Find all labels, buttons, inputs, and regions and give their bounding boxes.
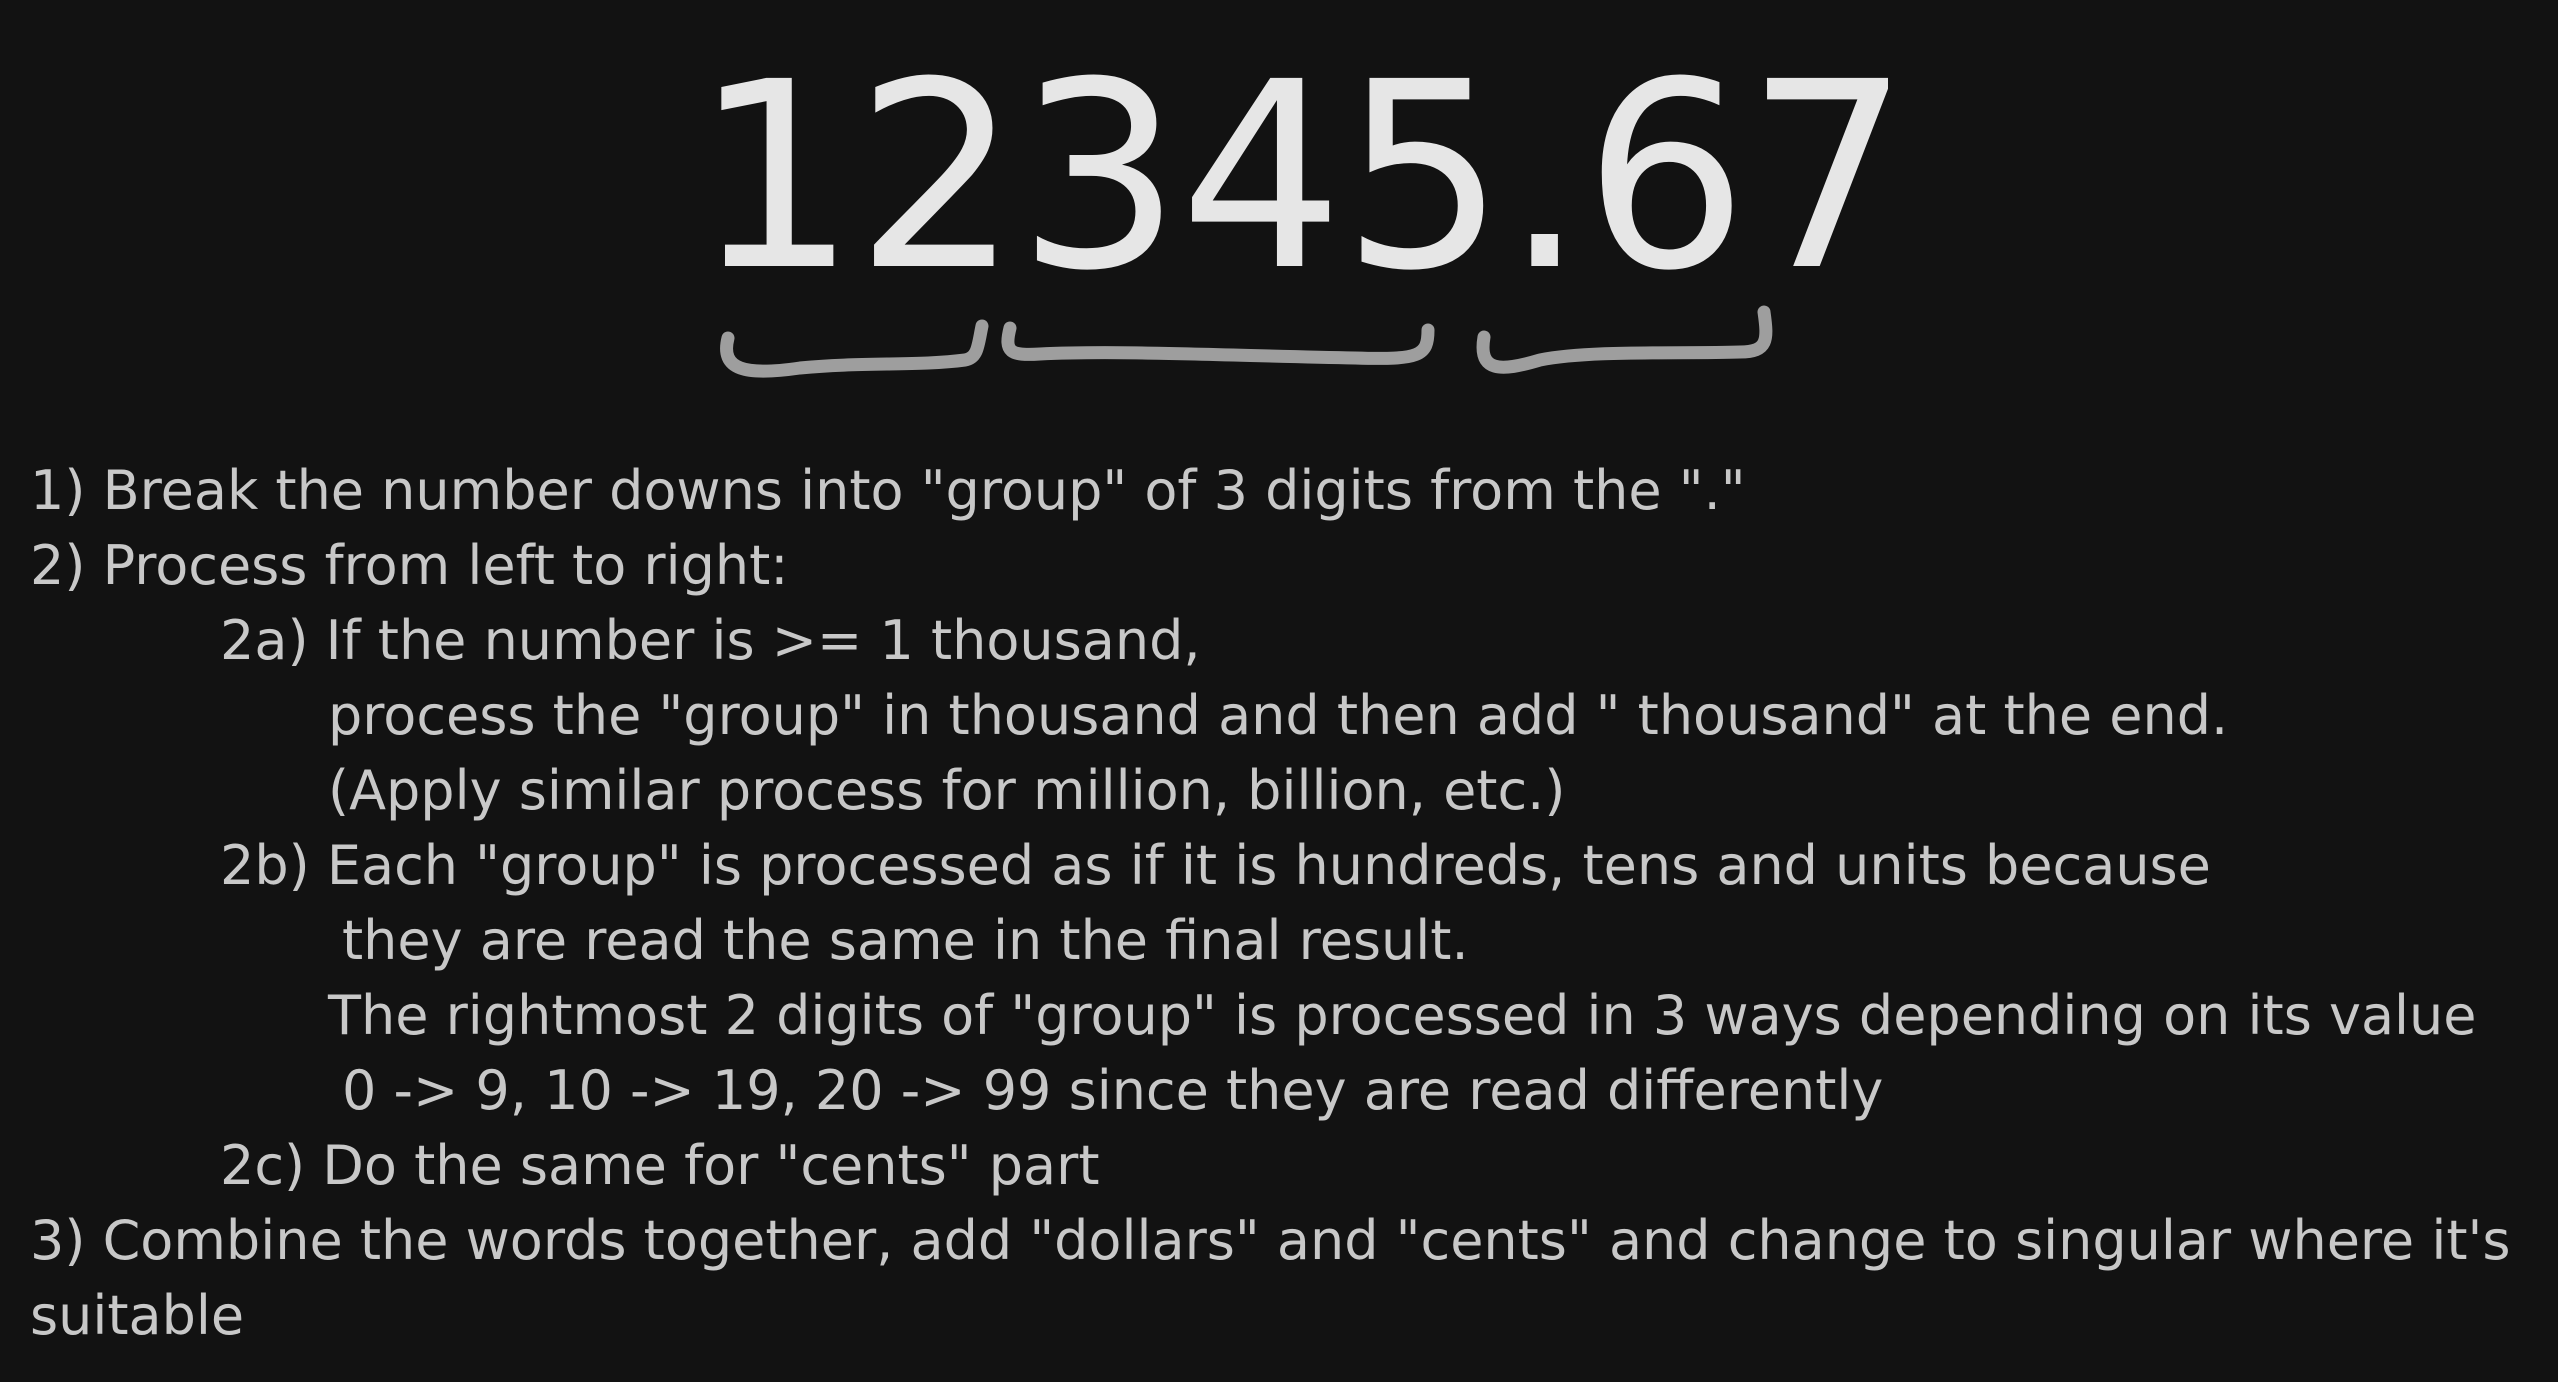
group-brace-thousands [720,319,989,378]
step-3: 3) Combine the words together, add "doll… [30,1209,2511,1272]
step-2a-note: (Apply similar process for million, bill… [328,759,1566,822]
step-2b: 2b) Each "group" is processed as if it i… [220,834,2211,897]
step-3-continued: suitable [30,1284,245,1347]
step-2a-detail: process the "group" in thousand and then… [328,684,2229,747]
step-2c: 2c) Do the same for "cents" part [220,1134,1100,1197]
step-1: 1) Break the number downs into "group" o… [30,459,1746,522]
group-brace-cents [1476,305,1773,374]
group-brace-hundreds [1001,321,1435,365]
step-2: 2) Process from left to right: [30,534,789,597]
step-2b-ranges: 0 -> 9, 10 -> 19, 20 -> 99 since they ar… [342,1059,1884,1122]
group-braces [720,305,1773,378]
step-2b-rightmost: The rightmost 2 digits of "group" is pro… [328,984,2477,1047]
step-2b-detail: they are read the same in the final resu… [342,909,1469,972]
step-2a: 2a) If the number is >= 1 thousand, [220,609,1201,672]
